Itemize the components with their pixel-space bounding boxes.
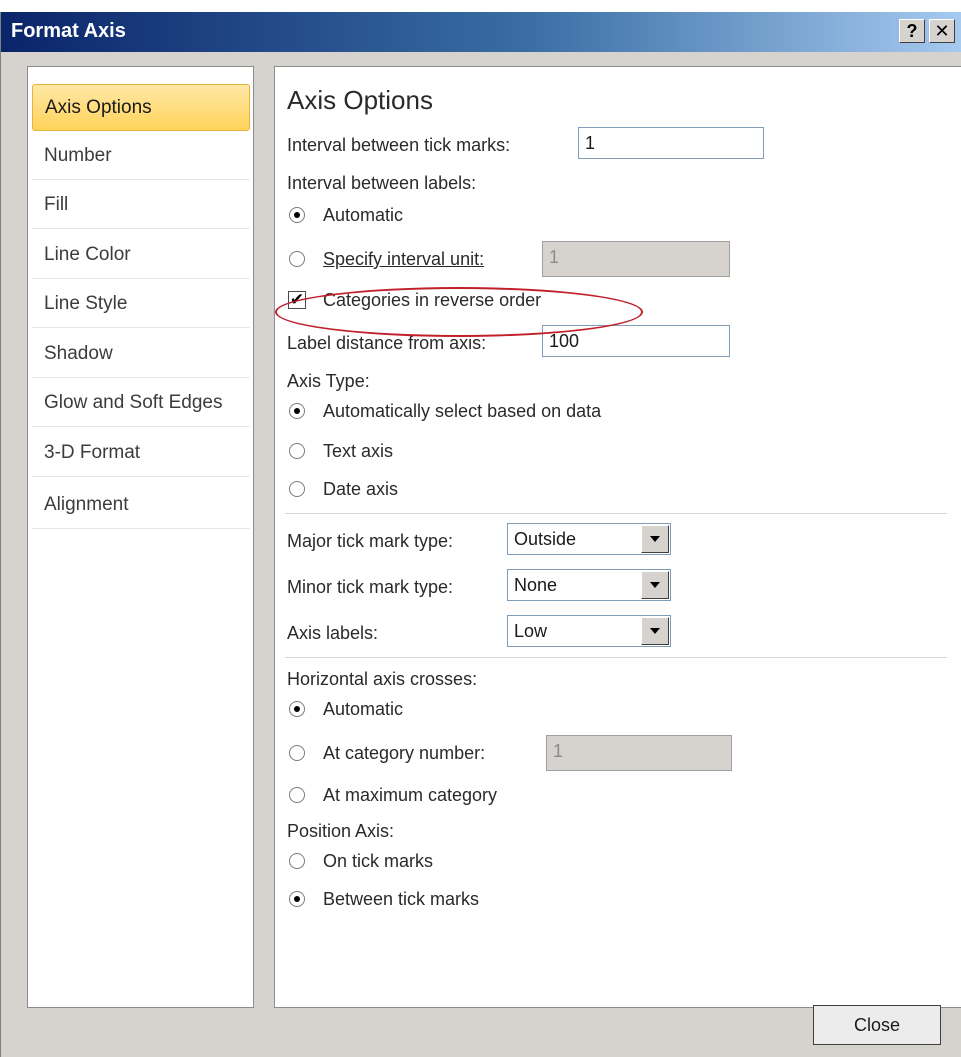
position-axis-heading: Position Axis:	[287, 821, 395, 841]
axis-labels-select[interactable]: Low	[507, 615, 671, 647]
minor-tick-label: Minor tick mark type:	[287, 577, 454, 597]
specify-interval-radio[interactable]	[289, 251, 305, 267]
specify-interval-label: Specify interval unit:	[323, 249, 485, 269]
close-icon[interactable]: ✕	[929, 19, 955, 43]
nav-item-shadow[interactable]: Shadow	[32, 331, 250, 378]
nav-item-line-color[interactable]: Line Color	[32, 232, 250, 279]
at-max-category-radio[interactable]	[289, 787, 305, 803]
at-category-radio[interactable]	[289, 745, 305, 761]
interval-tick-input[interactable]: 1	[578, 127, 764, 159]
major-tick-value: Outside	[514, 529, 577, 549]
major-tick-label: Major tick mark type:	[287, 531, 454, 551]
separator	[285, 657, 947, 658]
nav-item-3d-format[interactable]: 3-D Format	[32, 430, 250, 477]
crosses-automatic-radio[interactable]	[289, 701, 305, 717]
nav-item-axis-options[interactable]: Axis Options	[32, 84, 250, 131]
crosses-automatic-label: Automatic	[323, 699, 404, 719]
automatic-radio[interactable]	[289, 207, 305, 223]
reverse-order-checkbox[interactable]: ✔	[288, 291, 306, 309]
nav-item-number[interactable]: Number	[32, 133, 250, 180]
chevron-down-icon[interactable]	[641, 617, 669, 645]
interval-labels-heading: Interval between labels:	[287, 173, 477, 193]
nav-item-alignment[interactable]: Alignment	[32, 482, 250, 529]
auto-select-radio[interactable]	[289, 403, 305, 419]
between-tick-label: Between tick marks	[323, 889, 480, 909]
date-axis-radio[interactable]	[289, 481, 305, 497]
label-distance-input[interactable]: 100	[542, 325, 730, 357]
minor-tick-select[interactable]: None	[507, 569, 671, 601]
axis-type-heading: Axis Type:	[287, 371, 370, 391]
automatic-label: Automatic	[323, 205, 404, 225]
axis-labels-value: Low	[514, 621, 548, 641]
chevron-down-icon[interactable]	[641, 525, 669, 553]
date-axis-label: Date axis	[323, 479, 399, 499]
text-axis-label: Text axis	[323, 441, 394, 461]
nav-item-line-style[interactable]: Line Style	[32, 281, 250, 328]
auto-select-label: Automatically select based on data	[323, 401, 602, 421]
separator	[285, 513, 947, 514]
on-tick-radio[interactable]	[289, 853, 305, 869]
at-max-category-label: At maximum category	[323, 785, 498, 805]
reverse-order-label: Categories in reverse order	[323, 290, 542, 310]
text-axis-radio[interactable]	[289, 443, 305, 459]
title-bar: Format Axis ? ✕	[1, 12, 961, 52]
between-tick-radio[interactable]	[289, 891, 305, 907]
options-panel: Axis Options Interval between tick marks…	[274, 66, 961, 1008]
minor-tick-value: None	[514, 575, 558, 595]
nav-item-fill[interactable]: Fill	[32, 182, 250, 229]
label-distance-label: Label distance from axis:	[287, 333, 487, 353]
on-tick-label: On tick marks	[323, 851, 434, 871]
axis-labels-label: Axis labels:	[287, 623, 379, 643]
at-category-label: At category number:	[323, 743, 486, 763]
chevron-down-icon[interactable]	[641, 571, 669, 599]
help-button[interactable]: ?	[899, 19, 925, 43]
category-nav: Axis Options Number Fill Line Color Line…	[27, 66, 254, 1008]
specify-interval-input[interactable]: 1	[542, 241, 730, 277]
close-button[interactable]: Close	[813, 1005, 941, 1045]
dialog-title: Format Axis	[11, 20, 126, 42]
h-axis-crosses-heading: Horizontal axis crosses:	[287, 669, 478, 689]
nav-item-glow-soft-edges[interactable]: Glow and Soft Edges	[32, 380, 250, 427]
format-axis-dialog: Format Axis ? ✕ Axis Options Number Fill…	[0, 12, 961, 1057]
at-category-input[interactable]: 1	[546, 735, 732, 771]
major-tick-select[interactable]: Outside	[507, 523, 671, 555]
interval-tick-label: Interval between tick marks:	[287, 135, 511, 155]
panel-heading: Axis Options	[287, 85, 433, 115]
